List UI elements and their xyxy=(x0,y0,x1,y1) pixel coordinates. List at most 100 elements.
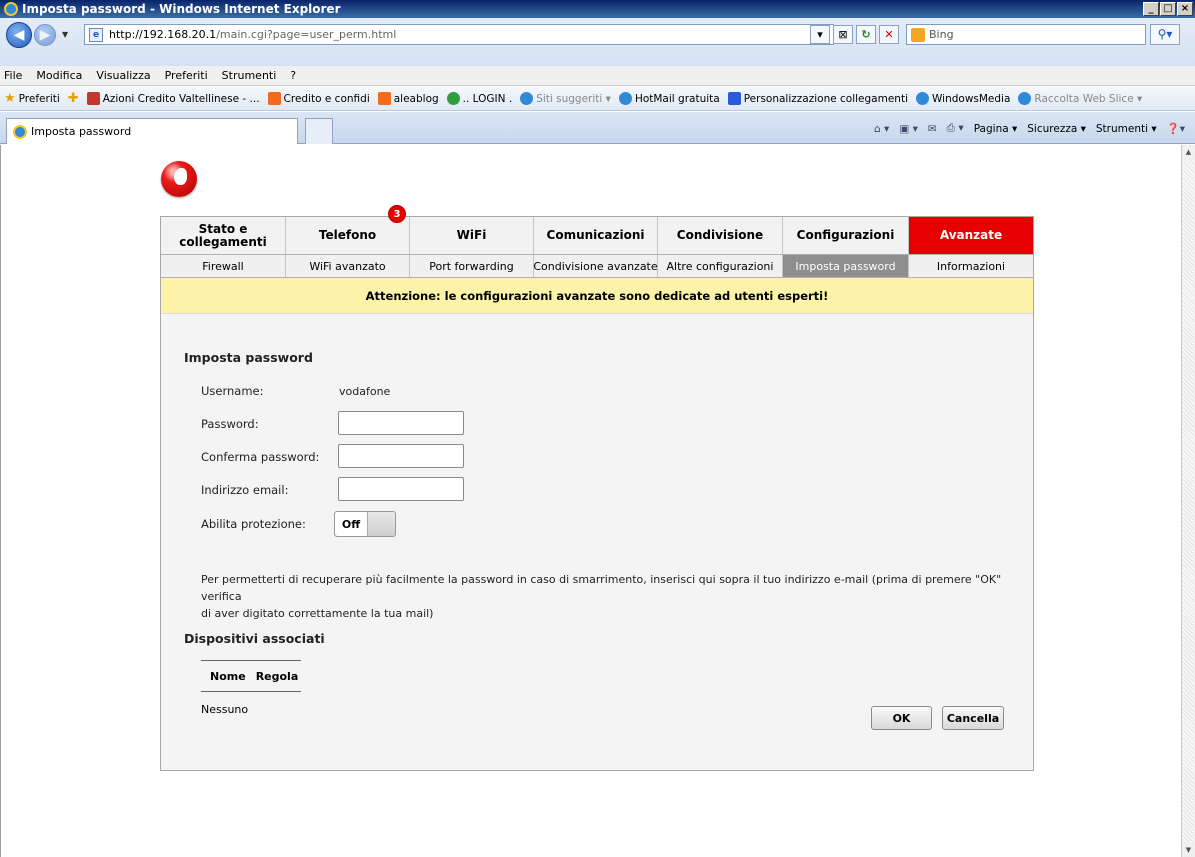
cancel-button[interactable]: Cancella xyxy=(942,706,1004,730)
menu-help[interactable]: ? xyxy=(290,69,296,82)
username-label: Username: xyxy=(201,384,264,398)
section-title: Imposta password xyxy=(184,350,313,365)
window-title: Imposta password - Windows Internet Expl… xyxy=(22,2,341,16)
navigation-bar: ◀ ▶ ▼ e http://192.168.20.1/main.cgi?pag… xyxy=(0,18,1195,66)
subtab-port-forwarding[interactable]: Port forwarding xyxy=(410,255,534,277)
table-header: Nome Regola xyxy=(201,660,301,692)
print-icon[interactable]: ⎙ ▾ xyxy=(947,122,964,135)
tab-telefono[interactable]: Telefono xyxy=(286,217,410,254)
subtab-wifi-avanzato[interactable]: WiFi avanzato xyxy=(286,255,410,277)
feeds-icon[interactable]: ▣ ▾ xyxy=(899,123,918,135)
menu-pagina[interactable]: Pagina ▾ xyxy=(974,123,1018,135)
no-devices-text: Nessuno xyxy=(201,703,249,716)
favorite-item[interactable]: aleablog xyxy=(377,92,439,105)
tab-bar: Imposta password ⌂ ▾ ▣ ▾ ✉ ⎙ ▾ Pagina ▾ … xyxy=(0,112,1195,144)
url-path: /main.cgi?page=user_perm.html xyxy=(216,28,397,41)
scroll-down-icon[interactable]: ▼ xyxy=(1182,843,1195,857)
menu-bar: File Modifica Visualizza Preferiti Strum… xyxy=(0,66,1195,86)
maximize-button[interactable]: □ xyxy=(1160,2,1176,16)
tab-stato-collegamenti[interactable]: Stato e collegamenti xyxy=(161,217,286,254)
tab-comunicazioni[interactable]: Comunicazioni xyxy=(534,217,658,254)
ok-button[interactable]: OK xyxy=(871,706,932,730)
password-field[interactable] xyxy=(338,411,464,435)
subtab-imposta-password[interactable]: Imposta password xyxy=(783,255,909,277)
warning-banner: Attenzione: le configurazioni avanzate s… xyxy=(161,278,1033,314)
address-tools: ▾ ⊠ ↻ ✕ xyxy=(810,25,899,44)
tab-avanzate[interactable]: Avanzate xyxy=(909,217,1033,254)
add-favorite-icon[interactable]: ✚ xyxy=(68,91,79,106)
confirm-password-label: Conferma password: xyxy=(201,450,320,464)
favorite-item[interactable]: WindowsMedia xyxy=(916,92,1010,105)
favorite-item[interactable]: Azioni Credito Valtellinese - ... xyxy=(86,92,260,105)
menu-modifica[interactable]: Modifica xyxy=(36,69,82,82)
help-icon[interactable]: ❓▾ xyxy=(1167,122,1185,135)
compatibility-view-icon[interactable]: ⊠ xyxy=(833,25,853,44)
refresh-icon[interactable]: ↻ xyxy=(856,25,876,44)
note-line: di aver digitato correttamente la tua ma… xyxy=(201,607,434,620)
url-host: http://192.168.20.1 xyxy=(109,28,217,41)
menu-file[interactable]: File xyxy=(4,69,22,82)
favorite-item[interactable]: .. LOGIN . xyxy=(446,92,512,105)
email-field[interactable] xyxy=(338,477,464,501)
confirm-password-field[interactable] xyxy=(338,444,464,468)
blogger-icon xyxy=(377,92,391,105)
forward-button[interactable]: ▶ xyxy=(34,24,56,46)
menu-strumenti[interactable]: Strumenti xyxy=(222,69,277,82)
bing-icon xyxy=(911,27,925,42)
star-icon: ★ xyxy=(4,91,16,106)
protection-label: Abilita protezione: xyxy=(201,517,306,531)
minimize-button[interactable]: _ xyxy=(1143,2,1159,16)
stop-icon[interactable]: ✕ xyxy=(879,25,899,44)
back-button[interactable]: ◀ xyxy=(6,22,32,48)
sub-nav: Firewall WiFi avanzato Port forwarding C… xyxy=(161,255,1033,278)
subtab-informazioni[interactable]: Informazioni xyxy=(909,255,1033,277)
login-icon xyxy=(446,92,460,105)
menu-strumenti-cmd[interactable]: Strumenti ▾ xyxy=(1096,123,1157,135)
tab-imposta-password[interactable]: Imposta password xyxy=(6,118,298,144)
address-input[interactable]: e http://192.168.20.1/main.cgi?page=user… xyxy=(84,24,834,45)
subtab-condivisione-avanzate[interactable]: Condivisione avanzate xyxy=(533,255,658,277)
search-placeholder: Bing xyxy=(929,28,954,41)
username-value: vodafone xyxy=(339,385,391,398)
favorite-item[interactable]: HotMail gratuita xyxy=(618,92,720,105)
window-titlebar: Imposta password - Windows Internet Expl… xyxy=(0,0,1195,18)
favorite-item[interactable]: Personalizzazione collegamenti xyxy=(727,92,908,105)
history-dropdown-icon[interactable]: ▼ xyxy=(62,30,68,39)
favorites-bar: ★ Preferiti ✚ Azioni Credito Valtellinese… xyxy=(0,87,1195,111)
search-button[interactable]: ⚲▾ xyxy=(1150,24,1180,45)
favorite-item[interactable]: Raccolta Web Slice ▾ xyxy=(1018,92,1142,105)
ie-icon xyxy=(916,92,929,105)
subtab-firewall[interactable]: Firewall xyxy=(161,255,286,277)
menu-preferiti[interactable]: Preferiti xyxy=(165,69,208,82)
devices-table: Nome Regola Nessuno xyxy=(201,660,301,716)
note-line: Per permetterti di recuperare più facilm… xyxy=(201,573,1002,603)
menu-visualizza[interactable]: Visualizza xyxy=(96,69,150,82)
home-icon[interactable]: ⌂ ▾ xyxy=(874,123,889,135)
blogger-icon xyxy=(267,92,281,105)
tab-wifi[interactable]: WiFi xyxy=(410,217,534,254)
favorite-item[interactable]: Credito e confidi xyxy=(267,92,370,105)
ie-icon xyxy=(13,124,27,139)
menu-sicurezza[interactable]: Sicurezza ▾ xyxy=(1027,123,1086,135)
tab-configurazioni[interactable]: Configurazioni xyxy=(783,217,909,254)
m-icon xyxy=(727,92,741,105)
favorite-item[interactable]: Siti suggeriti ▾ xyxy=(520,92,611,105)
search-input[interactable]: Bing xyxy=(906,24,1146,45)
command-bar: ⌂ ▾ ▣ ▾ ✉ ⎙ ▾ Pagina ▾ Sicurezza ▾ Strum… xyxy=(874,122,1185,135)
vertical-scrollbar[interactable]: ▲ ▼ xyxy=(1181,145,1195,857)
vodafone-logo xyxy=(161,161,197,197)
tab-condivisione[interactable]: Condivisione xyxy=(658,217,783,254)
protection-toggle[interactable]: Off xyxy=(334,511,396,537)
scroll-up-icon[interactable]: ▲ xyxy=(1182,145,1195,159)
col-regola: Regola xyxy=(255,669,299,683)
subtab-altre-configurazioni[interactable]: Altre configurazioni xyxy=(658,255,783,277)
password-label: Password: xyxy=(201,417,259,431)
ie-logo-icon xyxy=(4,2,18,16)
favorites-button[interactable]: ★ Preferiti xyxy=(4,91,60,106)
address-dropdown-icon[interactable]: ▾ xyxy=(810,25,830,44)
devices-title: Dispositivi associati xyxy=(184,631,325,646)
new-tab-button[interactable] xyxy=(305,118,333,144)
mail-icon[interactable]: ✉ xyxy=(928,123,937,135)
ie-icon xyxy=(618,92,632,105)
close-button[interactable]: × xyxy=(1177,2,1193,16)
